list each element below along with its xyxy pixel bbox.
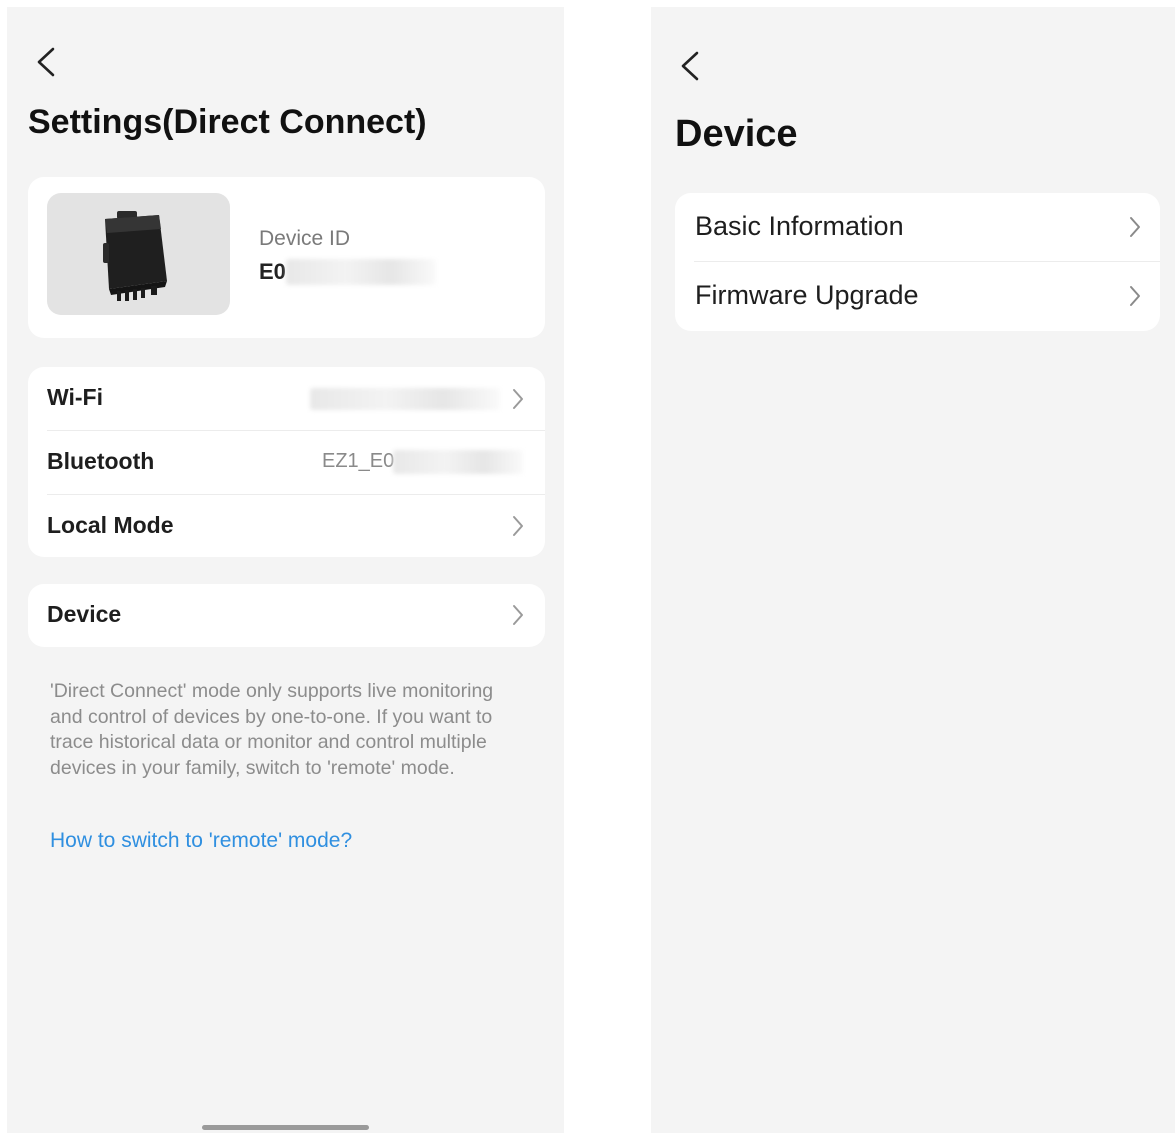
bluetooth-label: Bluetooth [47, 448, 155, 474]
chevron-left-icon [681, 51, 699, 81]
device-screen: Device Basic Information Firmware Upgrad… [651, 7, 1175, 1133]
redacted-wifi-name [310, 388, 500, 410]
settings-screen: Settings(Direct Connect) Device ID E0 Wi… [7, 7, 564, 1133]
device-image [47, 193, 230, 315]
basic-information-row[interactable]: Basic Information [675, 193, 1160, 261]
local-mode-row[interactable]: Local Mode [28, 495, 545, 557]
device-id-label: Device ID [259, 227, 351, 250]
firmware-upgrade-label: Firmware Upgrade [695, 280, 919, 310]
connection-settings-card: Wi-Fi Bluetooth EZ1_E0 Local Mode [28, 367, 545, 557]
redacted-device-id [286, 259, 436, 285]
device-row[interactable]: Device [28, 584, 545, 647]
chevron-right-icon [1128, 283, 1142, 309]
wifi-row[interactable]: Wi-Fi [28, 367, 545, 430]
back-button[interactable] [673, 43, 713, 87]
chevron-right-icon [511, 513, 525, 539]
microinverter-image [103, 211, 167, 301]
bluetooth-row: Bluetooth EZ1_E0 [28, 431, 545, 494]
chevron-right-icon [1128, 214, 1142, 240]
device-menu-card: Basic Information Firmware Upgrade [675, 193, 1160, 331]
redacted-bluetooth-id [393, 450, 523, 474]
home-indicator[interactable] [202, 1125, 369, 1130]
chevron-right-icon [511, 602, 525, 628]
device-info-card: Device ID E0 [28, 177, 545, 338]
wifi-label: Wi-Fi [47, 384, 103, 410]
chevron-left-icon [37, 47, 55, 77]
local-mode-label: Local Mode [47, 512, 174, 538]
switch-remote-mode-link[interactable]: How to switch to 'remote' mode? [50, 829, 352, 853]
firmware-upgrade-row[interactable]: Firmware Upgrade [675, 262, 1160, 331]
direct-connect-note: 'Direct Connect' mode only supports live… [50, 680, 494, 779]
page-title: Settings(Direct Connect) [28, 103, 427, 141]
chevron-right-icon [511, 386, 525, 412]
bluetooth-value: EZ1_E0 [322, 450, 395, 472]
page-title: Device [675, 113, 798, 155]
back-button[interactable] [29, 39, 69, 83]
device-label: Device [47, 601, 122, 627]
basic-information-label: Basic Information [695, 211, 904, 241]
device-id-value: E0 [259, 259, 286, 284]
